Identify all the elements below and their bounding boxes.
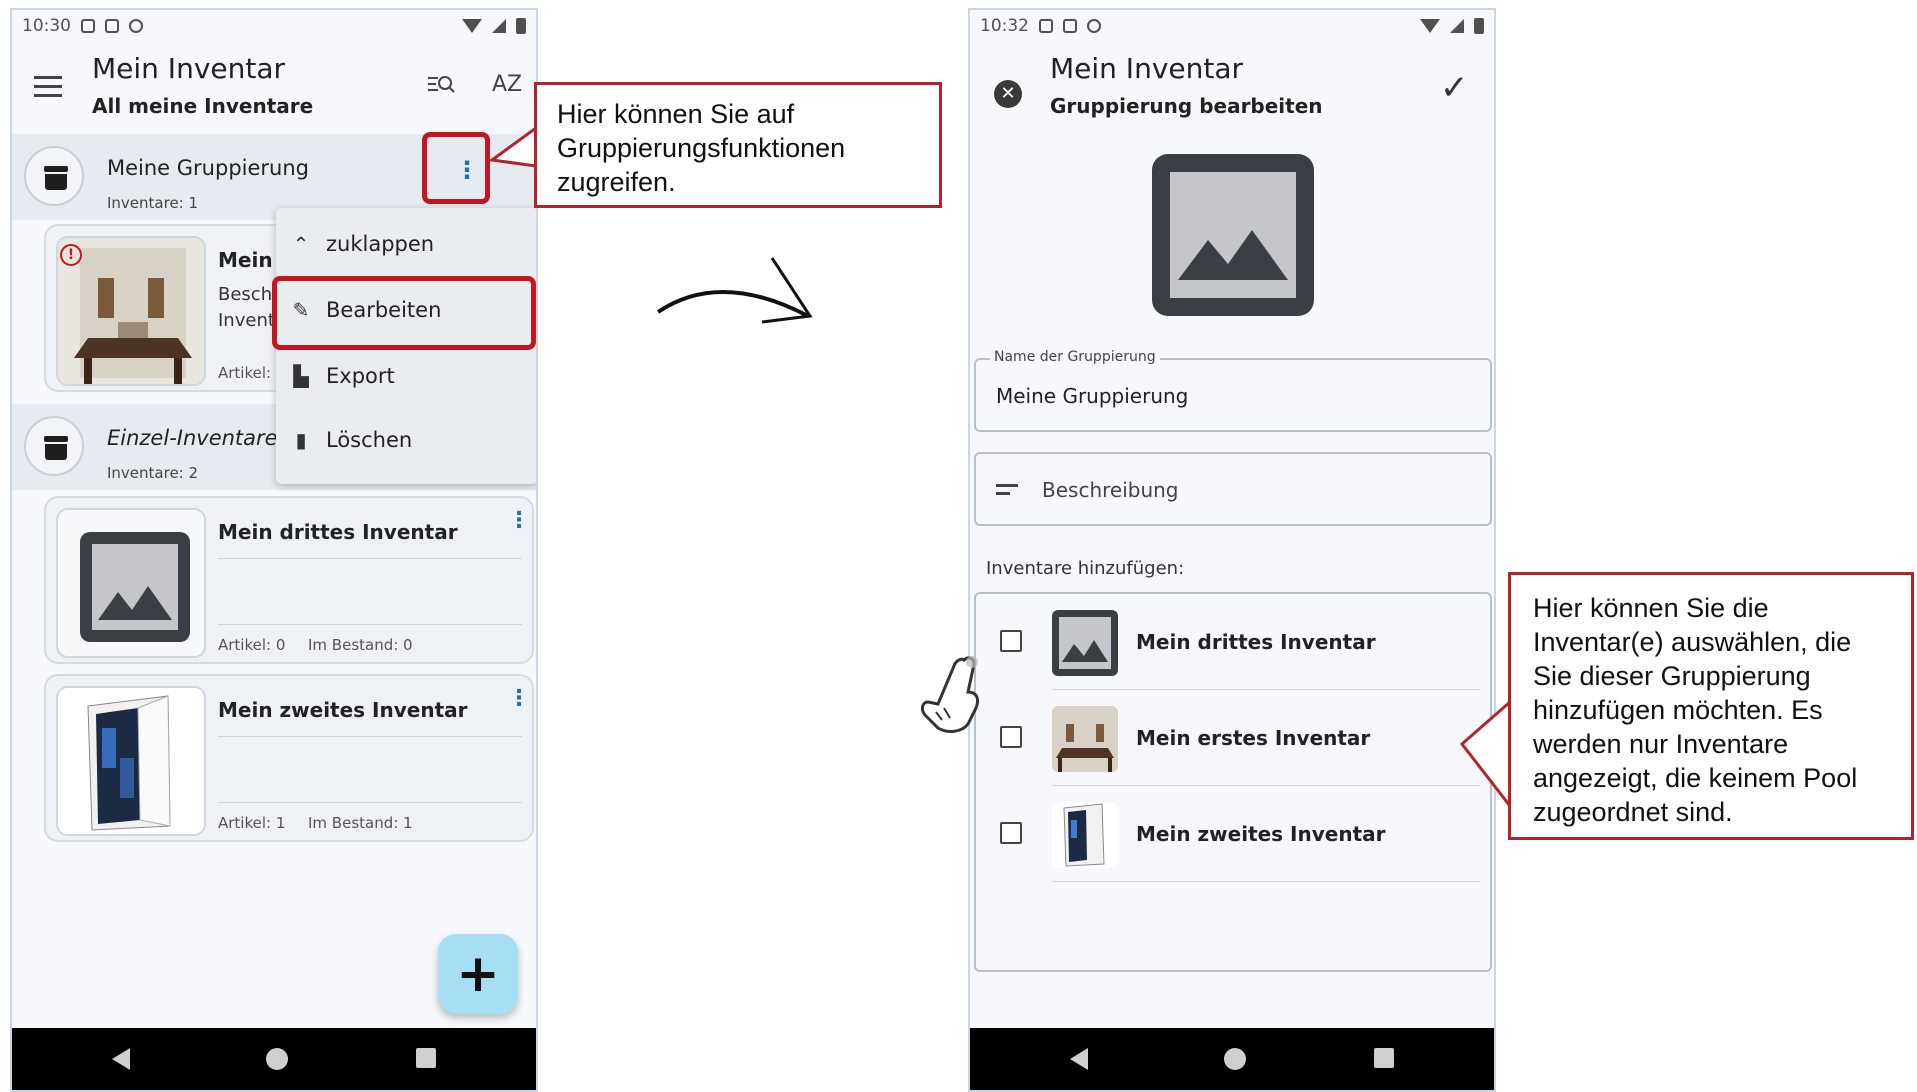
home-icon[interactable]	[1224, 1048, 1246, 1070]
checkbox[interactable]	[1000, 726, 1022, 748]
menu-item-label: zuklappen	[326, 232, 435, 256]
card-description: Besch	[218, 284, 273, 305]
status-bar: 10:30	[12, 10, 536, 42]
list-item-title: Mein drittes Inventar	[1136, 630, 1376, 654]
card-title: Mein drittes Inventar	[218, 520, 458, 544]
group-count: Inventare: 1	[107, 194, 199, 212]
callout-pointer	[1460, 700, 1512, 810]
highlight-edit	[272, 276, 536, 350]
list-item-title: Mein erstes Inventar	[1136, 726, 1371, 750]
group-name-field[interactable]: Name der Gruppierung Meine Gruppierung	[974, 349, 1492, 432]
wifi-icon	[1420, 19, 1440, 33]
callout-pointer	[490, 125, 538, 168]
pc-case-thumbnail	[1052, 802, 1118, 868]
recents-icon[interactable]	[1374, 1048, 1394, 1068]
system-nav-bar	[12, 1028, 536, 1090]
group-image-placeholder[interactable]	[1152, 154, 1314, 316]
mail-icon	[105, 19, 119, 33]
inventory-card-second[interactable]: Mein zweites Inventar ⋮ Artikel: 1 Im Be…	[44, 674, 534, 842]
transition-arrow	[656, 257, 813, 324]
list-item-title: Mein zweites Inventar	[1136, 822, 1386, 846]
field-label: Name der Gruppierung	[990, 349, 1160, 365]
status-time: 10:32	[980, 16, 1029, 36]
system-nav-bar	[970, 1028, 1494, 1090]
list-item[interactable]: Mein erstes Inventar	[976, 690, 1490, 786]
card-title: Mein zweites Inventar	[218, 698, 468, 722]
trash-icon: ▮	[295, 428, 307, 452]
group-count: Inventare: 2	[107, 464, 199, 482]
card-articles: Artikel:	[218, 364, 272, 382]
callout-group-functions: Hier können Sie auf Gruppierungsfunktion…	[534, 82, 942, 208]
pc-case-thumbnail	[56, 686, 206, 836]
checkbox[interactable]	[1000, 630, 1022, 652]
inventory-card-third[interactable]: Mein drittes Inventar ⋮ Artikel: 0 Im Be…	[44, 496, 534, 664]
highlight-kebab	[422, 132, 490, 204]
signal-icon	[1450, 19, 1464, 33]
alert-icon: !	[60, 244, 82, 266]
description-field[interactable]: Beschreibung	[974, 452, 1492, 526]
menu-item-label: Löschen	[326, 428, 413, 452]
image-placeholder-thumbnail	[56, 508, 206, 658]
app-subtitle: All meine Inventare	[92, 94, 314, 118]
recents-icon[interactable]	[416, 1048, 436, 1068]
room-photo-thumbnail	[1052, 706, 1118, 772]
add-fab-button[interactable]: +	[438, 934, 518, 1014]
tap-hand-icon	[920, 656, 980, 733]
card-articles: Artikel: 1	[218, 814, 286, 832]
app-title: Mein Inventar	[92, 52, 286, 85]
more-vert-icon[interactable]: ⋮	[508, 508, 530, 533]
card-stock: Im Bestand: 1	[308, 814, 413, 832]
right-phone-screen: 10:32 ✕ Mein Inventar Gruppierung bearbe…	[968, 8, 1496, 1092]
field-placeholder: Beschreibung	[1042, 478, 1179, 502]
wifi-icon	[462, 19, 482, 33]
status-time: 10:30	[22, 16, 71, 36]
sort-az-button[interactable]: AZ	[492, 72, 522, 97]
sync-icon	[129, 19, 143, 33]
app-bar: ✕ Mein Inventar Gruppierung bearbeiten ✓	[970, 42, 1494, 134]
close-icon[interactable]: ✕	[994, 80, 1022, 108]
list-item[interactable]: Mein drittes Inventar	[976, 594, 1490, 690]
sync-icon	[1087, 19, 1101, 33]
notification-icon	[81, 19, 95, 33]
back-icon[interactable]	[1070, 1048, 1088, 1070]
status-bar: 10:32	[970, 10, 1494, 42]
menu-item-collapse[interactable]: ⌃ zuklappen	[276, 212, 536, 276]
card-articles: Artikel: 0	[218, 636, 286, 654]
list-item[interactable]: Mein zweites Inventar	[976, 786, 1490, 882]
group-title: Einzel-Inventare	[107, 426, 278, 450]
card-stock: Im Bestand: 0	[308, 636, 413, 654]
group-title: Meine Gruppierung	[107, 156, 309, 180]
image-placeholder-thumbnail	[1052, 610, 1118, 676]
signal-icon	[492, 19, 506, 33]
file-export-icon: ▙	[293, 364, 309, 388]
callout-select-inventories: Hier können Sie die Inventar(e) auswähle…	[1508, 572, 1914, 840]
menu-item-export[interactable]: ▙ Export	[276, 344, 536, 408]
notification-icon	[1039, 19, 1053, 33]
back-icon[interactable]	[112, 1048, 130, 1070]
menu-item-label: Export	[326, 364, 395, 388]
more-vert-icon[interactable]: ⋮	[508, 686, 530, 711]
search-filter-icon[interactable]	[426, 72, 456, 102]
collapse-icon: ⌃	[292, 232, 310, 256]
home-icon[interactable]	[266, 1048, 288, 1070]
battery-icon	[516, 18, 526, 34]
menu-item-delete[interactable]: ▮ Löschen	[276, 408, 536, 472]
archive-icon	[24, 416, 84, 476]
app-bar: Mein Inventar All meine Inventare AZ	[12, 42, 536, 134]
app-title: Mein Inventar	[1050, 52, 1244, 85]
short-text-icon	[996, 484, 1018, 500]
check-icon[interactable]: ✓	[1440, 68, 1469, 108]
inventory-selection-list: Mein drittes Inventar Mein erstes Invent…	[974, 592, 1492, 972]
archive-icon	[24, 146, 84, 206]
checkbox[interactable]	[1000, 822, 1022, 844]
tutorial-canvas: 10:30 Mein Inventar All meine Inventare …	[0, 0, 1917, 1092]
add-inventories-label: Inventare hinzufügen:	[986, 558, 1185, 579]
menu-icon[interactable]	[34, 76, 62, 98]
mail-icon	[1063, 19, 1077, 33]
app-subtitle: Gruppierung bearbeiten	[1050, 94, 1323, 118]
field-value: Meine Gruppierung	[996, 384, 1189, 408]
card-inventory-label: Invent	[218, 310, 275, 331]
battery-icon	[1474, 18, 1484, 34]
